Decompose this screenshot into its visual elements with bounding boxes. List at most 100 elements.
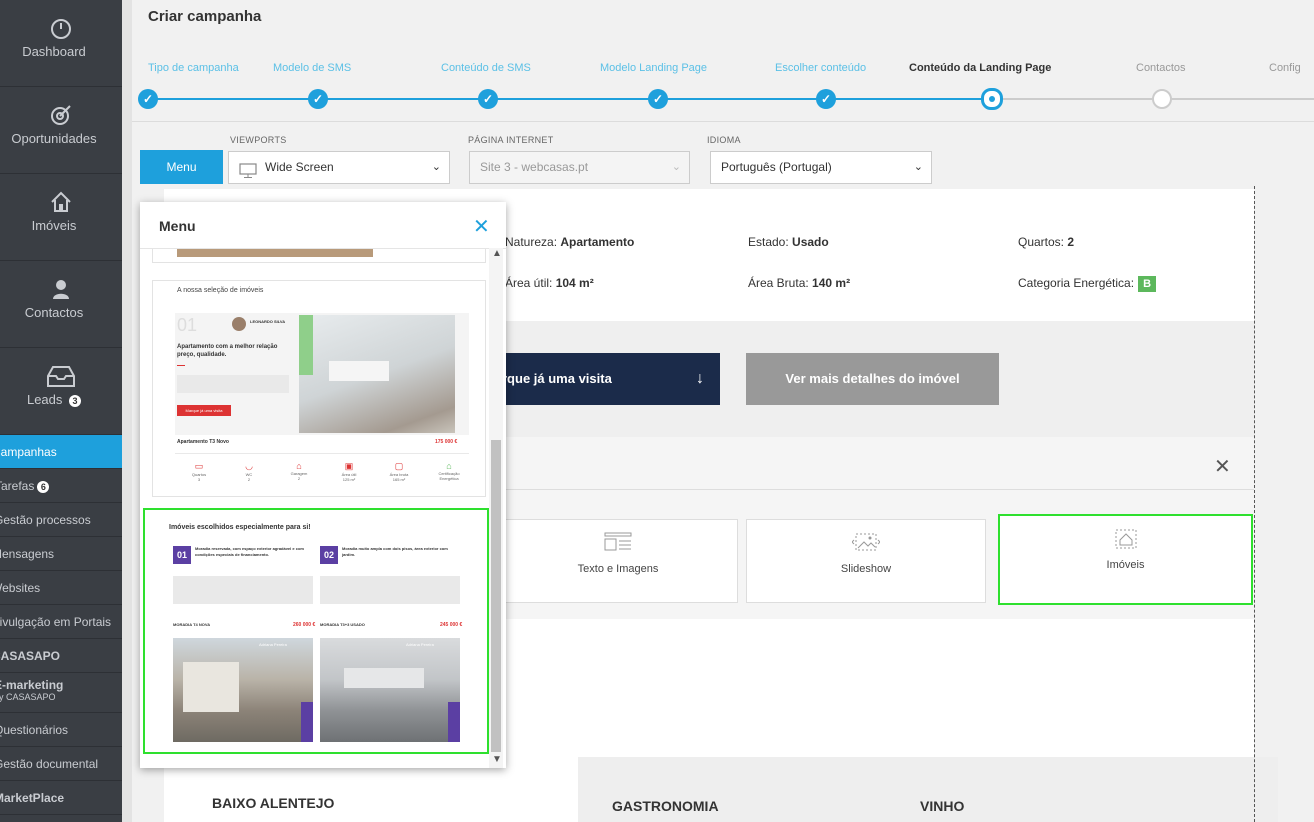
sidebar-item-contactos[interactable]: Contactos (0, 261, 122, 348)
property-house-icon (1000, 528, 1251, 553)
step-label-contactos[interactable]: Contactos (1136, 62, 1186, 74)
chevron-down-icon: ⌄ (913, 161, 923, 173)
vinho-heading: VINHO (920, 798, 965, 814)
block-card-imoveis[interactable]: Imóveis (998, 514, 1253, 605)
sidebar-gutter (122, 0, 132, 822)
feature-quartos: ▭ Quartos 3 (179, 461, 219, 491)
step-label-conteudo-landing[interactable]: Conteúdo da Landing Page (909, 62, 1051, 74)
gastronomia-heading: GASTRONOMIA (612, 798, 719, 814)
menu-template-popup: Menu ✕ A nossa seleção de imóveis 01 LEO… (140, 202, 506, 768)
listing-title: Apartamento T3 Novo (177, 439, 229, 445)
inbox-icon (0, 348, 122, 392)
step-label-conteudo-sms[interactable]: Conteúdo de SMS (441, 62, 531, 74)
sidebar-item-label: Campanhas (0, 445, 57, 459)
chevron-down-icon[interactable]: ▼ (492, 754, 502, 765)
schedule-visit-button[interactable]: rque já uma visita ↓ (492, 353, 720, 405)
step-label-modelo-landing[interactable]: Modelo Landing Page (600, 62, 707, 74)
pagina-select[interactable]: Site 3 - webcasas.pt ⌄ (469, 151, 690, 184)
template-thumbnail-partial[interactable] (152, 249, 486, 263)
house-icon (0, 174, 122, 218)
feature-value: 125 m² (342, 477, 356, 482)
step-done-check-icon[interactable]: ✓ (648, 89, 668, 109)
template-thumbnail-selecao[interactable]: A nossa seleção de imóveis 01 LEONARDO S… (152, 280, 486, 497)
avatar (232, 317, 246, 331)
sidebar-item-label: MarketPlace (0, 791, 65, 805)
sidebar-item-label: Tarefas (0, 479, 35, 493)
sidebar-item-emarketing[interactable]: E-marketing by CASASAPO (0, 673, 122, 713)
step-label-tipo[interactable]: Tipo de campanha (148, 62, 239, 74)
step-done-check-icon[interactable]: ✓ (478, 89, 498, 109)
campaign-stepper: Tipo de campanha Modelo de SMS Conteúdo … (132, 62, 1314, 122)
block-card-texto-imagens[interactable]: Texto e Imagens (498, 519, 738, 603)
close-icon[interactable]: ✕ (473, 214, 490, 239)
sidebar-item-gestao-processos[interactable]: Gestão processos (0, 503, 122, 537)
sidebar-item-label: Gestão documental (0, 757, 99, 771)
sidebar-item-marketplace[interactable]: MarketPlace (0, 781, 122, 815)
estado-value: Usado (792, 235, 829, 249)
sidebar-item-mensagens[interactable]: Mensagens (0, 537, 122, 571)
block-card-label: Imóveis (1106, 559, 1145, 571)
block-card-slideshow[interactable]: Slideshow (746, 519, 986, 603)
step-label-config[interactable]: Config (1269, 62, 1301, 74)
scrollbar-thumb[interactable] (491, 440, 501, 752)
leads-count-badge: 3 (69, 394, 82, 407)
sidebar-item-campanhas[interactable]: Campanhas (0, 435, 122, 469)
template-thumbnail-escolhidos[interactable]: Imóveis escolhidos especialmente para si… (143, 508, 489, 754)
step-done-check-icon[interactable]: ✓ (816, 89, 836, 109)
step-future-dot-icon[interactable] (1152, 89, 1172, 109)
viewport-select[interactable]: Wide Screen ⌄ (228, 151, 450, 184)
energy-icon: ⌂ (446, 461, 452, 471)
area-util-label: Área útil: (505, 276, 553, 290)
sidebar-item-leads[interactable]: Leads 3 (0, 348, 122, 435)
sidebar-item-questionarios[interactable]: Questionários (0, 713, 122, 747)
chevron-up-icon[interactable]: ▲ (492, 248, 502, 259)
idioma-label: IDIOMA (707, 135, 741, 145)
sidebar-leads-row: Leads 3 (0, 392, 122, 407)
more-details-button[interactable]: Ver mais detalhes do imóvel (746, 353, 999, 405)
number-badge: 02 (320, 546, 338, 564)
block-card-label: Slideshow (840, 563, 892, 575)
step-done-check-icon[interactable]: ✓ (138, 89, 158, 109)
viewports-label: VIEWPORTS (230, 135, 287, 145)
stepper-remaining-line (988, 98, 1314, 100)
sidebar-item-label: Gestão processos (0, 513, 91, 527)
estado-label: Estado: (748, 235, 789, 249)
sidebar-item-sublabel: by CASASAPO (0, 692, 56, 702)
area-bruta-label: Área Bruta: (748, 276, 809, 290)
sidebar-item-imoveis[interactable]: Imóveis (0, 174, 122, 261)
person-icon (0, 261, 122, 305)
categoria-row: Categoria Energética: B (1018, 276, 1157, 292)
menu-button[interactable]: Menu (140, 150, 223, 184)
photo-nav (301, 702, 313, 742)
agent-name: Adriana Pereira (406, 642, 434, 647)
step-label-escolher[interactable]: Escolher conteúdo (775, 62, 866, 74)
sidebar-item-casasapo[interactable]: CASASAPO (0, 639, 122, 673)
step-done-check-icon[interactable]: ✓ (308, 89, 328, 109)
thumbnail-image (177, 249, 373, 257)
feature-value: 3 (197, 477, 201, 482)
sidebar-item-label: Questionários (0, 723, 69, 737)
listing-price: 175 000 € (435, 439, 458, 445)
area-icon: ▢ (394, 461, 404, 471)
thumbnail-headline: Apartamento com a melhor relação preço, … (177, 344, 278, 358)
sidebar-item-oportunidades[interactable]: Oportunidades (0, 87, 122, 174)
step-current-dot-icon[interactable] (981, 88, 1003, 110)
monitor-icon (239, 160, 257, 191)
sidebar-item-divulgacao[interactable]: Divulgação em Portais (0, 605, 122, 639)
close-icon[interactable]: ✕ (1214, 454, 1231, 479)
step-label-modelo-sms[interactable]: Modelo de SMS (273, 62, 351, 74)
photo-detail (183, 662, 239, 712)
kitchen-photo (299, 315, 455, 433)
sidebar-item-gestao-documental[interactable]: Gestão documental (0, 747, 122, 781)
feature-certificacao: ⌂ Certificação Energética (429, 461, 469, 491)
idioma-select[interactable]: Português (Portugal) ⌄ (710, 151, 932, 184)
sidebar-item-tarefas[interactable]: Tarefas6 (0, 469, 122, 503)
sidebar-item-label: Websites (0, 581, 41, 595)
feature-area-util: ▣ Área útil 125 m² (329, 461, 369, 491)
thumbnail-heading: A nossa seleção de imóveis (177, 287, 264, 294)
features-row: ▭ Quartos 3 ◡ WC 2 ⌂ Garagem 2 ▣ Área útil 125 m… (179, 461, 469, 491)
sidebar-item-dashboard[interactable]: Dashboard (0, 0, 122, 87)
sidebar-item-websites[interactable]: Websites (0, 571, 122, 605)
thumbnail-paragraph (320, 576, 460, 604)
thumbnail-number: 01 (177, 315, 198, 335)
